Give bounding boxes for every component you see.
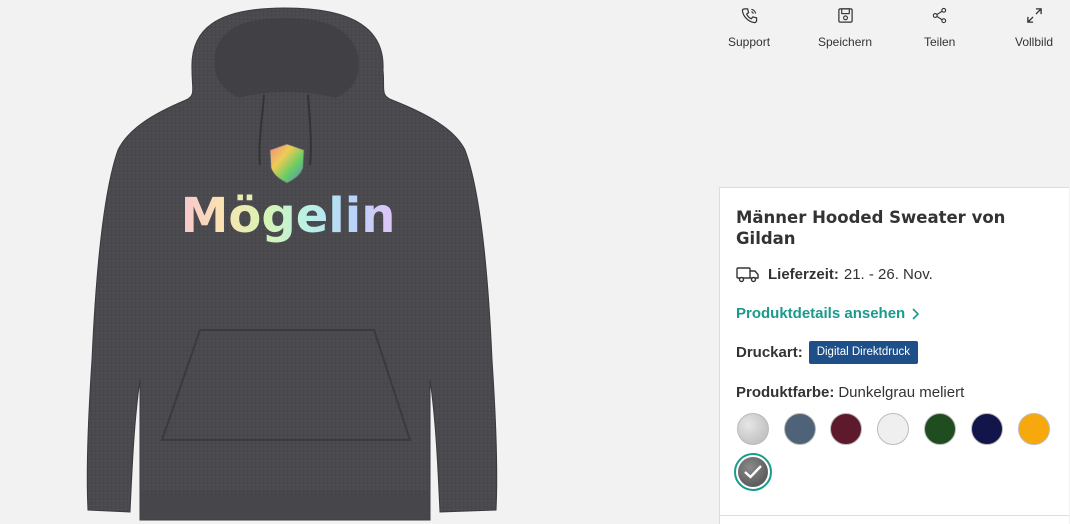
delivery-value: 21. - 26. Nov. xyxy=(843,265,933,283)
support-label: Support xyxy=(728,35,771,49)
color-value: Dunkelgrau meliert xyxy=(838,384,965,401)
save-button[interactable]: Speichern xyxy=(818,4,872,49)
swatch-maroon[interactable] xyxy=(830,413,862,445)
swatch-slate-blue[interactable] xyxy=(784,413,816,445)
share-button[interactable]: Teilen xyxy=(924,4,955,49)
phone-icon xyxy=(738,4,760,26)
swatch-heather-grey[interactable] xyxy=(737,413,769,445)
swatch-forest-green[interactable] xyxy=(924,413,956,445)
save-label: Speichern xyxy=(818,35,873,49)
product-info-card: Männer Hooded Sweater von Gildan Lieferz… xyxy=(719,187,1069,524)
support-button[interactable]: Support xyxy=(728,4,770,49)
hoodie-illustration: Mögelin xyxy=(86,7,498,521)
product-color: Produktfarbe: Dunkelgrau meliert xyxy=(736,384,1053,401)
print-label: Druckart: xyxy=(736,344,803,361)
swatch-white[interactable] xyxy=(877,413,909,445)
share-label: Teilen xyxy=(924,35,956,49)
image-toolbar: Support Speichern Teilen Vollbild xyxy=(700,4,1070,56)
card-divider xyxy=(720,515,1069,516)
print-type: Druckart: Digital Direktdruck xyxy=(736,341,1053,364)
share-icon xyxy=(929,4,951,26)
product-details-link[interactable]: Produktdetails ansehen xyxy=(736,305,920,322)
checkmark-icon xyxy=(744,465,762,479)
swatch-selected-fill xyxy=(738,457,768,487)
product-title: Männer Hooded Sweater von Gildan xyxy=(736,208,1006,248)
product-page: Mögelin Support Speichern Teilen Vollbil… xyxy=(0,0,1070,524)
fullscreen-label: Vollbild xyxy=(1015,35,1054,49)
chevron-right-icon xyxy=(912,307,920,320)
product-details-label: Produktdetails ansehen xyxy=(736,305,906,322)
fullscreen-button[interactable]: Vollbild xyxy=(1015,4,1053,49)
color-label: Produktfarbe: xyxy=(736,384,835,401)
product-image[interactable]: Mögelin xyxy=(0,0,700,524)
save-icon xyxy=(834,4,856,26)
swatch-navy[interactable] xyxy=(971,413,1003,445)
expand-icon xyxy=(1023,4,1045,26)
print-badge: Digital Direktdruck xyxy=(808,341,918,364)
print-text: Mögelin xyxy=(181,188,396,244)
swatch-gold[interactable] xyxy=(1018,413,1050,445)
color-swatches xyxy=(734,413,1053,513)
delivery-info: Lieferzeit: 21. - 26. Nov. xyxy=(736,265,1053,283)
swatch-dark-heather[interactable] xyxy=(734,453,772,491)
truck-icon xyxy=(736,267,759,283)
delivery-label: Lieferzeit: xyxy=(768,265,839,283)
